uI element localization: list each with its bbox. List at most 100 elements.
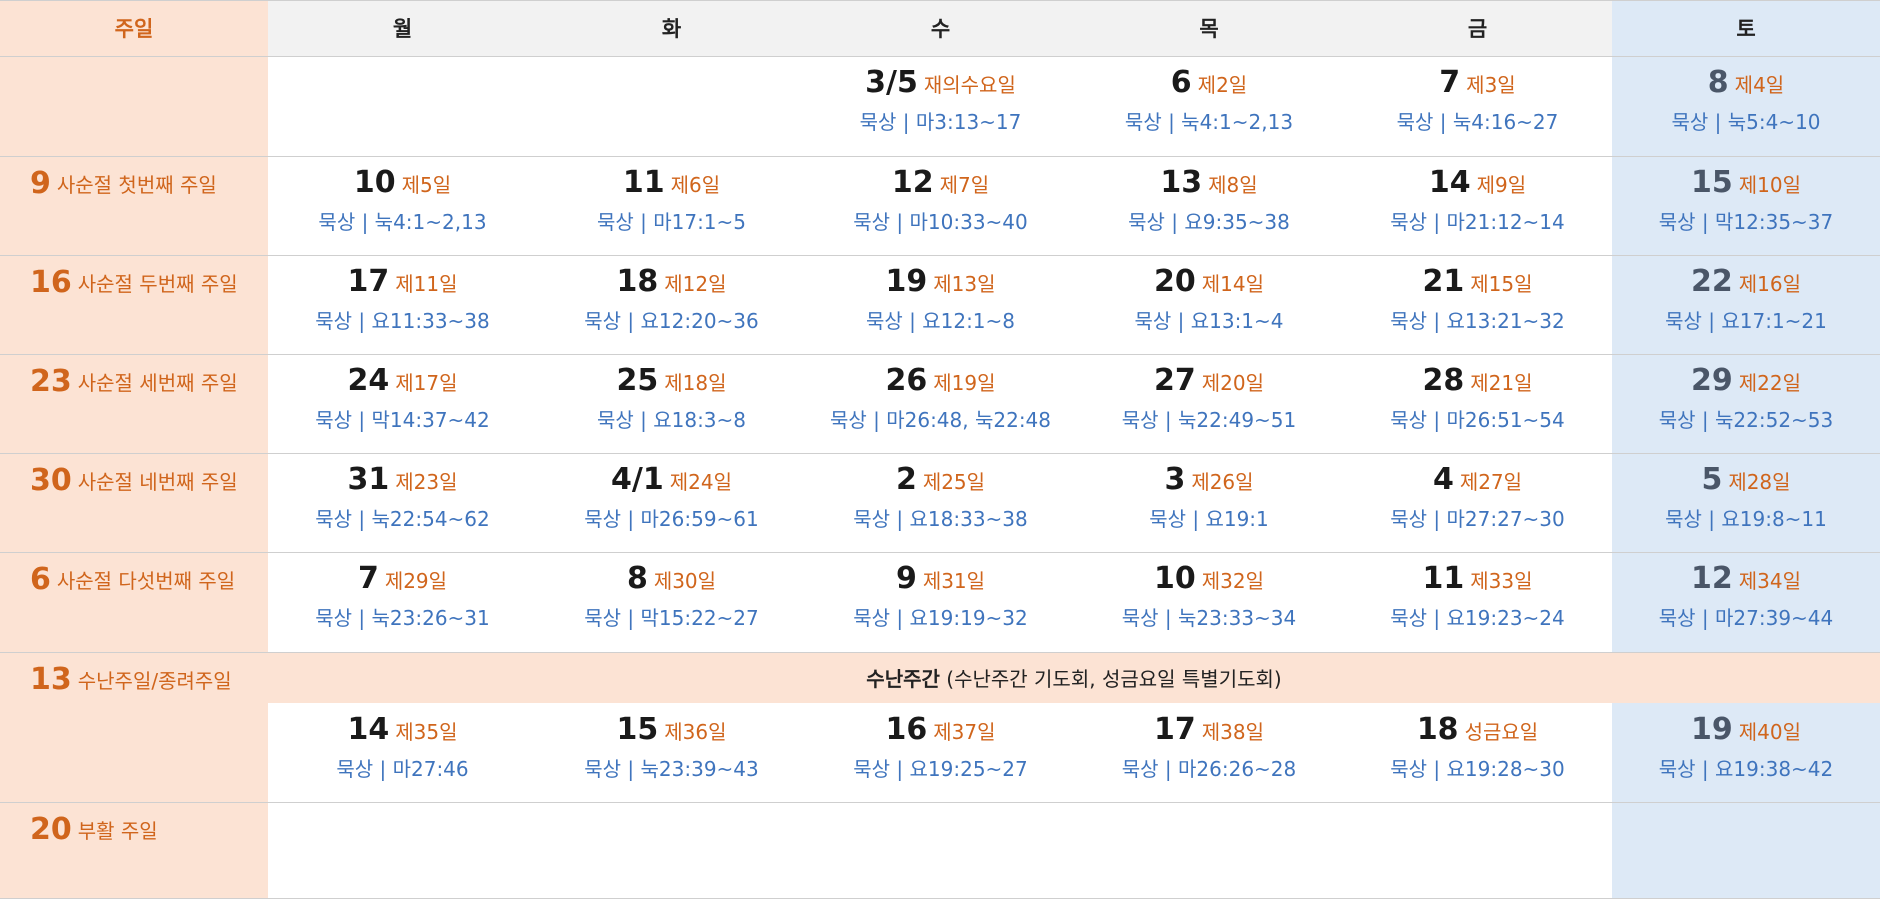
day-label: 제32일: [1201, 569, 1264, 593]
day-reading: 묵상 | 요17:1~21: [1665, 309, 1827, 333]
day-date: 5: [1701, 462, 1723, 497]
day-reading: 묵상 | 마17:1~5: [596, 210, 747, 234]
sunday-cell: 16 사순절 두번째 주일: [0, 255, 268, 354]
day-date: 3: [1164, 462, 1186, 497]
day-reading: 묵상 | 요13:1~4: [1134, 309, 1284, 333]
sunday-cell: [0, 56, 268, 156]
day-reading: 묵상 | 마27:39~44: [1658, 606, 1834, 630]
day-reading: 묵상 | 눅5:4~10: [1671, 110, 1821, 134]
day-label: 재의수요일: [923, 73, 1016, 97]
day-date: 14: [1428, 165, 1471, 200]
day-reading: 묵상 | 눅22:49~51: [1121, 408, 1297, 432]
day-date: 17: [347, 264, 390, 299]
day-date: 16: [885, 712, 928, 747]
day-cell-tuesday: 15 제36일 묵상 | 눅23:39~43: [537, 703, 806, 802]
day-date: 11: [622, 165, 665, 200]
day-date: 19: [1691, 712, 1733, 747]
day-heading: 22 제16일: [1691, 267, 1801, 297]
day-date: 11: [1422, 561, 1465, 596]
day-label: 제7일: [939, 173, 990, 197]
day-heading: 3/5 재의수요일: [865, 68, 1016, 98]
day-date: 18: [1416, 712, 1459, 747]
sunday-title: 사순절 네번째 주일: [77, 470, 238, 494]
day-label: 제28일: [1728, 470, 1791, 494]
day-cell-thursday: 27 제20일 묵상 | 눅22:49~51: [1075, 354, 1343, 453]
day-cell-tuesday: 25 제18일 묵상 | 요18:3~8: [537, 354, 806, 453]
day-heading: 12 제7일: [892, 168, 989, 198]
day-date: 25: [616, 363, 659, 398]
day-reading: 묵상 | 마26:48, 눅22:48: [829, 408, 1052, 432]
holy-week-banner: 수난주간 (수난주간 기도회, 성금요일 특별기도회): [268, 652, 1880, 703]
day-heading: 20 제14일: [1154, 267, 1264, 297]
sunday-cell: 6 사순절 다섯번째 주일: [0, 552, 268, 652]
day-date: 28: [1422, 363, 1465, 398]
day-heading: 31 제23일: [348, 465, 458, 495]
day-cell-monday: 14 제35일 묵상 | 마27:46: [268, 703, 537, 802]
day-date: 2: [895, 462, 917, 497]
day-cell-wednesday: 9 제31일 묵상 | 요19:19~32: [806, 552, 1075, 652]
day-heading: 3 제26일: [1164, 465, 1253, 495]
day-heading: 13 제8일: [1160, 168, 1257, 198]
row-divider: [0, 652, 1880, 653]
day-heading: 16 제37일: [886, 715, 996, 745]
day-date: 26: [885, 363, 928, 398]
day-label: 제14일: [1201, 272, 1264, 296]
day-cell-wednesday: 26 제19일 묵상 | 마26:48, 눅22:48: [806, 354, 1075, 453]
day-label: 제8일: [1208, 173, 1258, 197]
sunday-date: 23: [30, 364, 72, 399]
header-tuesday: 화: [661, 17, 682, 41]
day-cell-friday: 18 성금요일 묵상 | 요19:28~30: [1343, 703, 1612, 802]
day-cell-tuesday: 8 제30일 묵상 | 막15:22~27: [537, 552, 806, 652]
day-date: 22: [1691, 264, 1733, 299]
day-heading: 15 제36일: [617, 715, 727, 745]
day-date: 4: [1432, 462, 1454, 497]
day-label: 제17일: [395, 371, 458, 395]
day-date: 18: [616, 264, 659, 299]
day-date: 9: [895, 561, 917, 596]
day-reading: 묵상 | 눅4:1~2,13: [1124, 110, 1294, 134]
day-label: 제21일: [1470, 371, 1533, 395]
day-date: 14: [347, 712, 390, 747]
day-cell-saturday: 8 제4일 묵상 | 눅5:4~10: [1612, 56, 1880, 156]
day-heading: 17 제38일: [1154, 715, 1264, 745]
row-divider: [0, 0, 1880, 1]
day-reading: 묵상 | 요12:20~36: [584, 309, 759, 333]
day-date: 12: [1691, 561, 1733, 596]
day-heading: 17 제11일: [348, 267, 458, 297]
day-heading: 9 제31일: [896, 564, 985, 594]
day-reading: 묵상 | 눅22:52~53: [1658, 408, 1834, 432]
day-cell-tuesday: 4/1 제24일 묵상 | 마26:59~61: [537, 453, 806, 552]
day-date: 7: [357, 561, 379, 596]
sunday-cell: 23 사순절 세번째 주일: [0, 354, 268, 453]
day-date: 4/1: [611, 462, 664, 497]
day-cell-friday: 21 제15일 묵상 | 요13:21~32: [1343, 255, 1612, 354]
day-label: 제31일: [922, 569, 986, 593]
day-cell-friday: 11 제33일 묵상 | 요19:23~24: [1343, 552, 1612, 652]
day-heading: 6 제2일: [1171, 68, 1247, 98]
day-cell-saturday: 5 제28일 묵상 | 요19:8~11: [1612, 453, 1880, 552]
day-label: 제33일: [1470, 569, 1533, 593]
day-heading: 18 제12일: [617, 267, 727, 297]
day-heading: 10 제32일: [1154, 564, 1264, 594]
header-saturday: 토: [1736, 17, 1756, 41]
day-label: 제3일: [1466, 73, 1516, 97]
header-sunday: 주일: [114, 17, 154, 41]
header-friday: 금: [1467, 17, 1488, 41]
day-date: 31: [347, 462, 390, 497]
day-reading: 묵상 | 요18:3~8: [596, 408, 747, 432]
day-label: 제11일: [395, 272, 458, 296]
day-heading: 21 제15일: [1423, 267, 1533, 297]
day-label: 제35일: [395, 720, 458, 744]
day-heading: 11 제6일: [623, 168, 720, 198]
day-cell-wednesday: 19 제13일 묵상 | 요12:1~8: [806, 255, 1075, 354]
day-heading: 14 제9일: [1429, 168, 1526, 198]
day-reading: 묵상 | 눅22:54~62: [315, 507, 490, 531]
day-heading: 4 제27일: [1433, 465, 1522, 495]
day-cell-friday: 4 제27일 묵상 | 마27:27~30: [1343, 453, 1612, 552]
day-cell-saturday: 29 제22일 묵상 | 눅22:52~53: [1612, 354, 1880, 453]
day-date: 15: [616, 712, 659, 747]
day-cell-friday: 7 제3일 묵상 | 눅4:16~27: [1343, 56, 1612, 156]
sunday-title: 사순절 두번째 주일: [77, 272, 238, 296]
day-reading: 묵상 | 마21:12~14: [1390, 210, 1565, 234]
sunday-date: 6: [30, 562, 51, 597]
